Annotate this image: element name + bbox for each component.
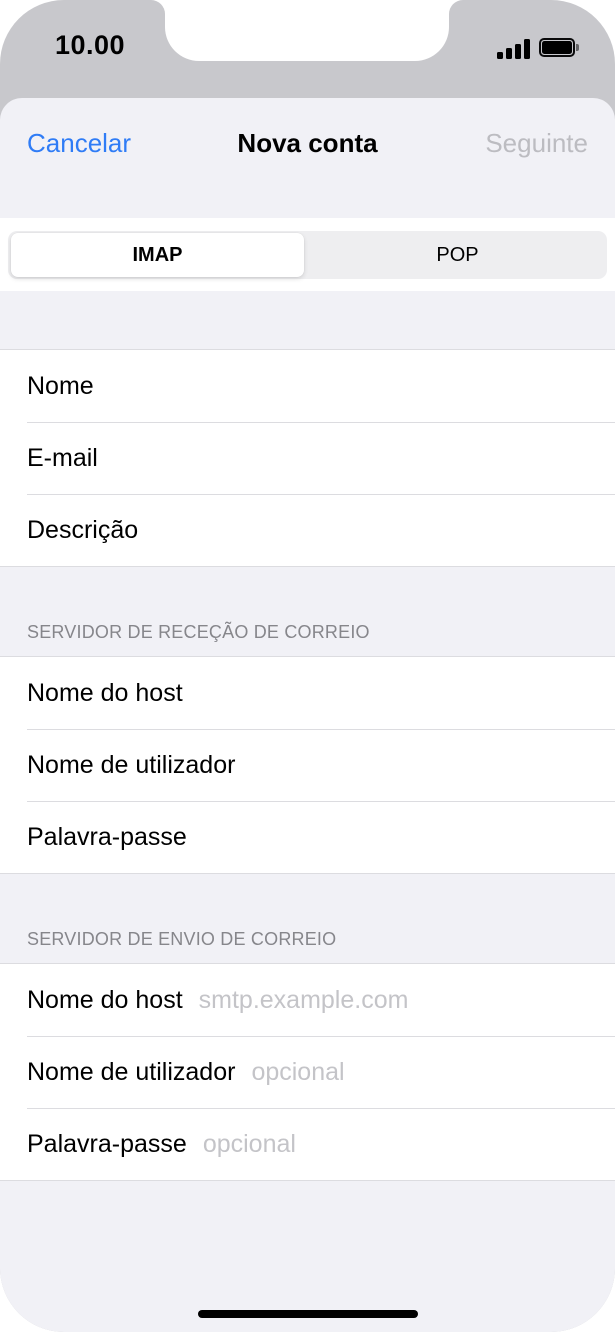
incoming-username-field[interactable] bbox=[27, 729, 615, 801]
incoming-server-group: Nome do host Nome de utilizador Palavra-… bbox=[0, 656, 615, 874]
email-field[interactable] bbox=[27, 422, 615, 494]
outgoing-username-field[interactable] bbox=[251, 1057, 615, 1087]
name-field[interactable] bbox=[27, 350, 615, 422]
segment-imap[interactable]: IMAP bbox=[11, 233, 304, 277]
phone-screen: 10.00 Cancelar Nova conta Seguinte IMAP … bbox=[0, 0, 615, 1332]
battery-icon bbox=[539, 38, 579, 59]
notch-corner bbox=[449, 0, 463, 14]
protocol-selector-bar: IMAP POP bbox=[0, 218, 615, 291]
name-row[interactable]: Nome bbox=[0, 350, 615, 422]
next-button[interactable]: Seguinte bbox=[485, 128, 588, 159]
outgoing-host-row[interactable]: Nome do host bbox=[0, 964, 615, 1036]
segment-pop[interactable]: POP bbox=[311, 233, 604, 277]
outgoing-host-field[interactable] bbox=[198, 985, 615, 1015]
outgoing-username-row[interactable]: Nome de utilizador bbox=[0, 1036, 615, 1108]
outgoing-username-label: Nome de utilizador bbox=[27, 1057, 236, 1086]
description-row[interactable]: Descrição bbox=[0, 494, 615, 566]
cellular-signal-icon bbox=[497, 38, 531, 59]
outgoing-password-field[interactable] bbox=[202, 1129, 615, 1159]
navigation-bar: Cancelar Nova conta Seguinte bbox=[0, 98, 615, 218]
account-details-group: Nome E-mail Descrição bbox=[0, 349, 615, 567]
incoming-password-field[interactable] bbox=[27, 801, 615, 873]
home-indicator[interactable] bbox=[198, 1310, 418, 1318]
incoming-host-field[interactable] bbox=[27, 657, 615, 729]
outgoing-password-row[interactable]: Palavra-passe bbox=[0, 1108, 615, 1180]
incoming-server-header: SERVIDOR DE RECEÇÃO DE CORREIO bbox=[27, 622, 370, 642]
protocol-segmented-control: IMAP POP bbox=[8, 231, 607, 279]
incoming-username-row[interactable]: Nome de utilizador bbox=[0, 729, 615, 801]
status-time: 10.00 bbox=[55, 30, 126, 60]
outgoing-server-header: SERVIDOR DE ENVIO DE CORREIO bbox=[27, 929, 337, 949]
description-field[interactable] bbox=[27, 494, 615, 566]
outgoing-password-label: Palavra-passe bbox=[27, 1129, 187, 1158]
new-account-sheet: Cancelar Nova conta Seguinte IMAP POP No… bbox=[0, 98, 615, 1332]
email-row[interactable]: E-mail bbox=[0, 422, 615, 494]
incoming-password-row[interactable]: Palavra-passe bbox=[0, 801, 615, 873]
notch-corner bbox=[151, 0, 165, 14]
status-bar: 10.00 bbox=[0, 0, 615, 98]
incoming-host-row[interactable]: Nome do host bbox=[0, 657, 615, 729]
outgoing-host-label: Nome do host bbox=[27, 985, 183, 1014]
notch bbox=[165, 0, 449, 61]
outgoing-server-group: Nome do host Nome de utilizador Palavra-… bbox=[0, 963, 615, 1181]
